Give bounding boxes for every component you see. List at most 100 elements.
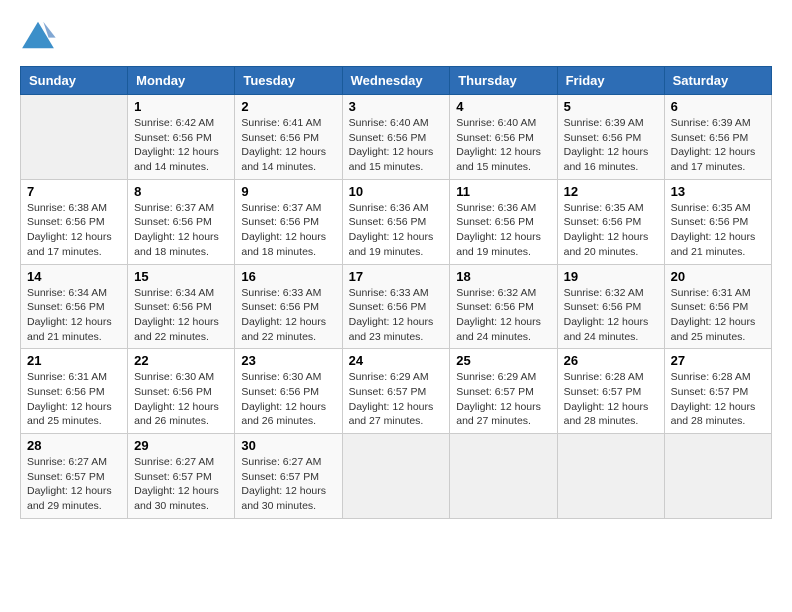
day-info: Sunrise: 6:39 AMSunset: 6:56 PMDaylight:… bbox=[671, 116, 765, 175]
day-info: Sunrise: 6:36 AMSunset: 6:56 PMDaylight:… bbox=[349, 201, 444, 260]
calendar-cell: 22 Sunrise: 6:30 AMSunset: 6:56 PMDayligh… bbox=[128, 349, 235, 434]
calendar-cell: 11 Sunrise: 6:36 AMSunset: 6:56 PMDayligh… bbox=[450, 179, 557, 264]
calendar-cell: 24 Sunrise: 6:29 AMSunset: 6:57 PMDayligh… bbox=[342, 349, 450, 434]
calendar-cell: 4 Sunrise: 6:40 AMSunset: 6:56 PMDaylight… bbox=[450, 95, 557, 180]
day-number: 13 bbox=[671, 184, 765, 199]
day-number: 10 bbox=[349, 184, 444, 199]
calendar-cell: 18Sunrise: 6:32 AMSunset: 6:56 PMDayligh… bbox=[450, 264, 557, 349]
day-header-sunday: Sunday bbox=[21, 67, 128, 95]
day-number: 26 bbox=[564, 353, 658, 368]
day-header-saturday: Saturday bbox=[664, 67, 771, 95]
calendar-week-row: 14Sunrise: 6:34 AMSunset: 6:56 PMDayligh… bbox=[21, 264, 772, 349]
calendar-cell: 6 Sunrise: 6:39 AMSunset: 6:56 PMDaylight… bbox=[664, 95, 771, 180]
day-info: Sunrise: 6:36 AMSunset: 6:56 PMDaylight:… bbox=[456, 201, 550, 260]
calendar-cell: 12 Sunrise: 6:35 AMSunset: 6:56 PMDayligh… bbox=[557, 179, 664, 264]
calendar-cell: 30Sunrise: 6:27 AMSunset: 6:57 PMDayligh… bbox=[235, 434, 342, 519]
calendar-cell: 8 Sunrise: 6:37 AMSunset: 6:56 PMDaylight… bbox=[128, 179, 235, 264]
calendar-cell: 15 Sunrise: 6:34 AMSunset: 6:56 PMDayligh… bbox=[128, 264, 235, 349]
calendar-cell: 9Sunrise: 6:37 AMSunset: 6:56 PMDaylight… bbox=[235, 179, 342, 264]
day-info: Sunrise: 6:41 AMSunset: 6:56 PMDaylight:… bbox=[241, 116, 335, 175]
day-info: Sunrise: 6:29 AMSunset: 6:57 PMDaylight:… bbox=[349, 370, 444, 429]
calendar-cell: 20 Sunrise: 6:31 AMSunset: 6:56 PMDayligh… bbox=[664, 264, 771, 349]
day-info: Sunrise: 6:37 AMSunset: 6:56 PMDaylight:… bbox=[134, 201, 228, 260]
day-info: Sunrise: 6:27 AMSunset: 6:57 PMDaylight:… bbox=[27, 455, 121, 514]
day-number: 6 bbox=[671, 99, 765, 114]
day-number: 24 bbox=[349, 353, 444, 368]
day-header-friday: Friday bbox=[557, 67, 664, 95]
day-info: Sunrise: 6:34 AMSunset: 6:56 PMDaylight:… bbox=[134, 286, 228, 345]
calendar-week-row: 7 Sunrise: 6:38 AMSunset: 6:56 PMDaylight… bbox=[21, 179, 772, 264]
day-info: Sunrise: 6:29 AMSunset: 6:57 PMDaylight:… bbox=[456, 370, 550, 429]
day-number: 8 bbox=[134, 184, 228, 199]
calendar-cell bbox=[557, 434, 664, 519]
calendar-cell bbox=[342, 434, 450, 519]
calendar-week-row: 21 Sunrise: 6:31 AMSunset: 6:56 PMDayligh… bbox=[21, 349, 772, 434]
day-number: 28 bbox=[27, 438, 121, 453]
day-info: Sunrise: 6:35 AMSunset: 6:56 PMDaylight:… bbox=[564, 201, 658, 260]
calendar-cell: 21 Sunrise: 6:31 AMSunset: 6:56 PMDayligh… bbox=[21, 349, 128, 434]
day-number: 5 bbox=[564, 99, 658, 114]
day-info: Sunrise: 6:40 AMSunset: 6:56 PMDaylight:… bbox=[349, 116, 444, 175]
calendar-cell: 25 Sunrise: 6:29 AMSunset: 6:57 PMDayligh… bbox=[450, 349, 557, 434]
day-info: Sunrise: 6:35 AMSunset: 6:56 PMDaylight:… bbox=[671, 201, 765, 260]
day-number: 25 bbox=[456, 353, 550, 368]
calendar-cell bbox=[21, 95, 128, 180]
calendar-cell: 3 Sunrise: 6:40 AMSunset: 6:56 PMDaylight… bbox=[342, 95, 450, 180]
day-header-monday: Monday bbox=[128, 67, 235, 95]
day-info: Sunrise: 6:39 AMSunset: 6:56 PMDaylight:… bbox=[564, 116, 658, 175]
calendar-cell: 5 Sunrise: 6:39 AMSunset: 6:56 PMDaylight… bbox=[557, 95, 664, 180]
calendar-cell: 2 Sunrise: 6:41 AMSunset: 6:56 PMDaylight… bbox=[235, 95, 342, 180]
calendar-table: SundayMondayTuesdayWednesdayThursdayFrid… bbox=[20, 66, 772, 519]
calendar-cell: 29Sunrise: 6:27 AMSunset: 6:57 PMDayligh… bbox=[128, 434, 235, 519]
day-number: 23 bbox=[241, 353, 335, 368]
page-header bbox=[20, 20, 772, 50]
calendar-cell: 28 Sunrise: 6:27 AMSunset: 6:57 PMDayligh… bbox=[21, 434, 128, 519]
day-number: 4 bbox=[456, 99, 550, 114]
day-number: 27 bbox=[671, 353, 765, 368]
calendar-cell: 19 Sunrise: 6:32 AMSunset: 6:56 PMDayligh… bbox=[557, 264, 664, 349]
calendar-cell: 10 Sunrise: 6:36 AMSunset: 6:56 PMDayligh… bbox=[342, 179, 450, 264]
day-info: Sunrise: 6:30 AMSunset: 6:56 PMDaylight:… bbox=[134, 370, 228, 429]
day-number: 18 bbox=[456, 269, 550, 284]
calendar-cell: 13 Sunrise: 6:35 AMSunset: 6:56 PMDayligh… bbox=[664, 179, 771, 264]
day-header-wednesday: Wednesday bbox=[342, 67, 450, 95]
calendar-cell: 17Sunrise: 6:33 AMSunset: 6:56 PMDayligh… bbox=[342, 264, 450, 349]
calendar-header: SundayMondayTuesdayWednesdayThursdayFrid… bbox=[21, 67, 772, 95]
day-number: 30 bbox=[241, 438, 335, 453]
day-number: 12 bbox=[564, 184, 658, 199]
day-info: Sunrise: 6:27 AMSunset: 6:57 PMDaylight:… bbox=[134, 455, 228, 514]
calendar-cell: 23 Sunrise: 6:30 AMSunset: 6:56 PMDayligh… bbox=[235, 349, 342, 434]
day-number: 15 bbox=[134, 269, 228, 284]
calendar-cell bbox=[450, 434, 557, 519]
calendar-week-row: 1Sunrise: 6:42 AMSunset: 6:56 PMDaylight… bbox=[21, 95, 772, 180]
day-number: 1 bbox=[134, 99, 228, 114]
day-info: Sunrise: 6:38 AMSunset: 6:56 PMDaylight:… bbox=[27, 201, 121, 260]
calendar-week-row: 28 Sunrise: 6:27 AMSunset: 6:57 PMDayligh… bbox=[21, 434, 772, 519]
day-number: 16 bbox=[241, 269, 335, 284]
day-number: 21 bbox=[27, 353, 121, 368]
calendar-cell: 16 Sunrise: 6:33 AMSunset: 6:56 PMDayligh… bbox=[235, 264, 342, 349]
calendar-cell: 26 Sunrise: 6:28 AMSunset: 6:57 PMDayligh… bbox=[557, 349, 664, 434]
calendar-cell: 7 Sunrise: 6:38 AMSunset: 6:56 PMDaylight… bbox=[21, 179, 128, 264]
logo-icon bbox=[20, 20, 56, 50]
day-header-tuesday: Tuesday bbox=[235, 67, 342, 95]
calendar-cell: 27Sunrise: 6:28 AMSunset: 6:57 PMDayligh… bbox=[664, 349, 771, 434]
calendar-cell bbox=[664, 434, 771, 519]
day-info: Sunrise: 6:31 AMSunset: 6:56 PMDaylight:… bbox=[671, 286, 765, 345]
day-number: 11 bbox=[456, 184, 550, 199]
day-info: Sunrise: 6:30 AMSunset: 6:56 PMDaylight:… bbox=[241, 370, 335, 429]
day-number: 9 bbox=[241, 184, 335, 199]
day-number: 22 bbox=[134, 353, 228, 368]
day-info: Sunrise: 6:40 AMSunset: 6:56 PMDaylight:… bbox=[456, 116, 550, 175]
day-number: 20 bbox=[671, 269, 765, 284]
day-number: 3 bbox=[349, 99, 444, 114]
logo bbox=[20, 20, 62, 50]
day-info: Sunrise: 6:28 AMSunset: 6:57 PMDaylight:… bbox=[564, 370, 658, 429]
day-info: Sunrise: 6:33 AMSunset: 6:56 PMDaylight:… bbox=[241, 286, 335, 345]
day-info: Sunrise: 6:32 AMSunset: 6:56 PMDaylight:… bbox=[564, 286, 658, 345]
day-number: 19 bbox=[564, 269, 658, 284]
day-info: Sunrise: 6:33 AMSunset: 6:56 PMDaylight:… bbox=[349, 286, 444, 345]
day-number: 7 bbox=[27, 184, 121, 199]
day-info: Sunrise: 6:31 AMSunset: 6:56 PMDaylight:… bbox=[27, 370, 121, 429]
day-number: 2 bbox=[241, 99, 335, 114]
